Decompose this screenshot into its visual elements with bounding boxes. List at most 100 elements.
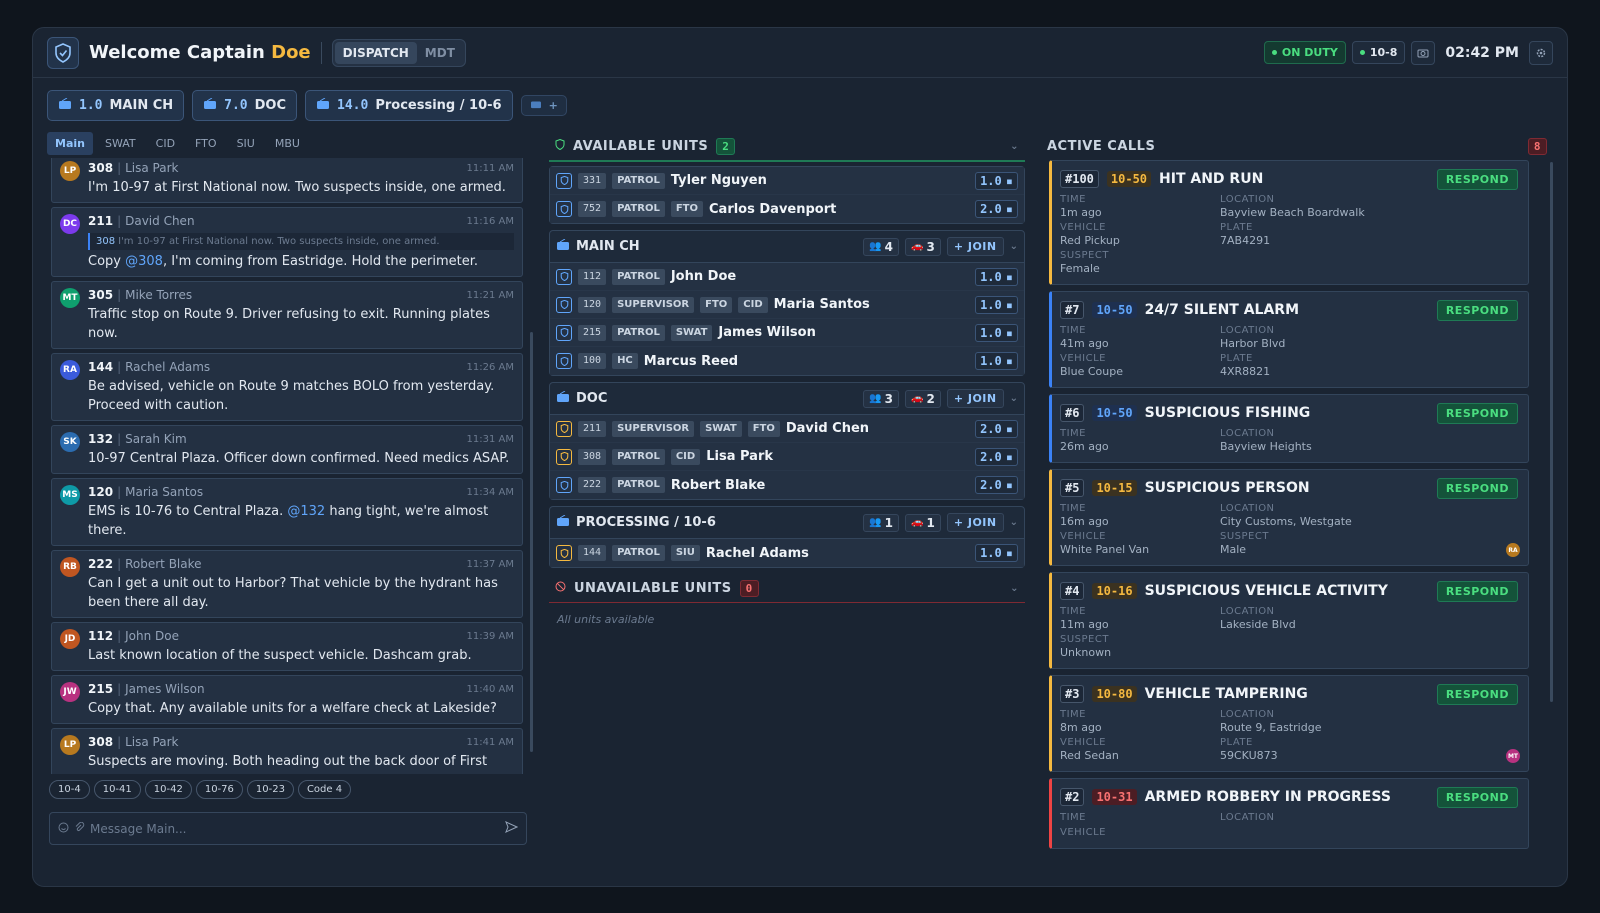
- avatar: RA: [60, 360, 80, 380]
- gear-icon[interactable]: [1529, 40, 1553, 65]
- unit-row[interactable]: 215 PATROL SWAT James Wilson 1.0 ▪: [550, 319, 1024, 347]
- unit-row[interactable]: 211 SUPERVISOR SWAT FTO David Chen 2.0 ▪: [550, 415, 1024, 443]
- chat-message[interactable]: DC 211 | David Chen 11:16 AM 308 I'm 10-97 at …: [51, 207, 523, 277]
- tab-main[interactable]: Main: [47, 132, 93, 155]
- quick-code-button[interactable]: 10-41: [93, 780, 141, 799]
- unit-frequency[interactable]: 1.0 ▪: [975, 544, 1018, 562]
- call-title: SUSPICIOUS FISHING: [1144, 405, 1311, 421]
- mode-mdt-button[interactable]: MDT: [417, 42, 463, 64]
- chat-message[interactable]: JW 215 | James Wilson 11:40 AM Copy that. Any…: [51, 675, 523, 724]
- chat-message[interactable]: LP 308 | Lisa Park 11:41 AM Suspects are movi…: [51, 728, 523, 774]
- quick-code-button[interactable]: 10-76: [195, 780, 243, 799]
- chat-message[interactable]: MT 305 | Mike Torres 11:21 AM Traffic stop on…: [51, 281, 523, 349]
- call-card[interactable]: #6 10-50 SUSPICIOUS FISHING RESPOND TIME 26m …: [1049, 394, 1529, 463]
- call-card[interactable]: #3 10-80 VEHICLE TAMPERING RESPOND TIME 8m ag…: [1049, 675, 1529, 772]
- call-card[interactable]: #7 10-50 24/7 SILENT ALARM RESPOND TIME 41m a…: [1049, 291, 1529, 388]
- tab-fto[interactable]: FTO: [187, 132, 225, 155]
- chevron-down-icon[interactable]: ⌄: [1010, 583, 1019, 594]
- respond-button[interactable]: RESPOND: [1436, 299, 1518, 321]
- tab-mbu[interactable]: MBU: [267, 132, 308, 155]
- chat-panel: Main SWAT CID FTO SIU MBU LP 308 | Lisa Par…: [47, 132, 533, 874]
- send-icon[interactable]: [505, 821, 519, 836]
- call-code: 10-50: [1106, 171, 1152, 187]
- unit-frequency[interactable]: 1.0 ▪: [975, 295, 1018, 314]
- chevron-down-icon[interactable]: ⌄: [1010, 141, 1019, 152]
- message-input[interactable]: Message Main...: [49, 812, 527, 845]
- attach-icon[interactable]: [74, 821, 85, 836]
- chat-message[interactable]: RB 222 | Robert Blake 11:37 AM Can I get a un…: [51, 550, 523, 618]
- chat-scrollbar[interactable]: [530, 332, 533, 752]
- mode-dispatch-button[interactable]: DISPATCH: [334, 41, 417, 64]
- vehicles-count: 🚗 3: [905, 237, 941, 256]
- call-id: #6: [1060, 404, 1085, 422]
- calls-scrollbar[interactable]: [1550, 162, 1553, 702]
- unit-frequency[interactable]: 2.0 ▪: [975, 419, 1018, 438]
- quick-code-button[interactable]: 10-42: [144, 780, 192, 799]
- chevron-down-icon[interactable]: ⌄: [1010, 241, 1018, 252]
- chevron-down-icon[interactable]: ⌄: [1010, 517, 1018, 528]
- channel-chip-processing[interactable]: 14.0 Processing / 10-6: [305, 90, 513, 121]
- join-button[interactable]: + JOIN: [946, 237, 1004, 256]
- tab-swat[interactable]: SWAT: [97, 132, 144, 155]
- unit-row[interactable]: 144 PATROL SIU Rachel Adams 1.0 ▪: [550, 539, 1024, 567]
- chat-message[interactable]: LP 308 | Lisa Park 11:11 AM I'm 10-97 at Firs…: [51, 158, 523, 203]
- call-card[interactable]: #5 10-15 SUSPICIOUS PERSON RESPOND TIME 16m a…: [1049, 469, 1529, 566]
- tab-siu[interactable]: SIU: [229, 132, 263, 155]
- call-list[interactable]: #100 10-50 HIT AND RUN RESPOND TIME 1m ago LOC…: [1045, 160, 1553, 849]
- mention-link[interactable]: @132: [287, 504, 325, 519]
- message-list[interactable]: LP 308 | Lisa Park 11:11 AM I'm 10-97 at Firs…: [47, 158, 527, 774]
- quick-code-button[interactable]: 10-23: [246, 780, 294, 799]
- unit-frequency[interactable]: 2.0 ▪: [975, 200, 1018, 218]
- radio-icon: ▪: [1005, 202, 1013, 216]
- respond-button[interactable]: RESPOND: [1436, 683, 1518, 705]
- available-units-header[interactable]: AVAILABLE UNITS 2 ⌄: [549, 132, 1025, 160]
- unit-row[interactable]: 222 PATROL Robert Blake 2.0 ▪: [550, 471, 1024, 499]
- unit-frequency[interactable]: 1.0 ▪: [975, 323, 1018, 342]
- unavailable-units-header[interactable]: UNAVAILABLE UNITS 0 ⌄: [549, 574, 1025, 602]
- respond-button[interactable]: RESPOND: [1436, 786, 1518, 808]
- duty-status-badge[interactable]: ON DUTY: [1263, 41, 1346, 64]
- unit-frequency[interactable]: 2.0 ▪: [975, 447, 1018, 466]
- chat-message[interactable]: JD 112 | John Doe 11:39 AM Last known locatio…: [51, 622, 523, 671]
- add-channel-button[interactable]: +: [520, 95, 567, 116]
- respond-button[interactable]: RESPOND: [1436, 168, 1518, 190]
- members-count: 👥 1: [863, 513, 899, 532]
- camera-icon[interactable]: [1411, 40, 1436, 65]
- unit-frequency[interactable]: 1.0 ▪: [975, 352, 1018, 370]
- chat-message[interactable]: SK 132 | Sarah Kim 11:31 AM 10-97 Central Pla…: [51, 425, 523, 474]
- chat-message[interactable]: MS 120 | Maria Santos 11:34 AM EMS is 10-76 t…: [51, 478, 523, 546]
- respond-button[interactable]: RESPOND: [1436, 580, 1518, 602]
- join-button[interactable]: + JOIN: [946, 389, 1004, 408]
- status-code-badge[interactable]: 10-8: [1351, 41, 1406, 64]
- join-button[interactable]: + JOIN: [946, 513, 1004, 532]
- channel-chip-doc[interactable]: 7.0 DOC: [192, 90, 298, 121]
- call-title: VEHICLE TAMPERING: [1144, 686, 1308, 702]
- quick-code-button[interactable]: 10-4: [49, 780, 90, 799]
- emoji-icon[interactable]: [58, 822, 69, 836]
- unit-frequency[interactable]: 2.0 ▪: [975, 476, 1018, 494]
- chevron-down-icon[interactable]: ⌄: [1010, 393, 1018, 404]
- unit-row[interactable]: 752 PATROL FTO Carlos Davenport 2.0 ▪: [550, 195, 1024, 223]
- unit-row[interactable]: 331 PATROL Tyler Nguyen 1.0 ▪: [550, 167, 1024, 195]
- call-field: TIME 8m ago: [1060, 709, 1102, 734]
- call-field: SUSPECT Female: [1060, 250, 1109, 275]
- respond-button[interactable]: RESPOND: [1436, 402, 1518, 424]
- tab-cid[interactable]: CID: [148, 132, 183, 155]
- unit-row[interactable]: 112 PATROL John Doe 1.0 ▪: [550, 263, 1024, 291]
- respond-button[interactable]: RESPOND: [1436, 477, 1518, 499]
- call-id: #4: [1060, 582, 1085, 600]
- unit-row[interactable]: 100 HC Marcus Reed 1.0 ▪: [550, 347, 1024, 375]
- channel-chip-main[interactable]: 1.0 MAIN CH: [47, 90, 185, 121]
- call-card[interactable]: #100 10-50 HIT AND RUN RESPOND TIME 1m ago LOC…: [1049, 160, 1529, 285]
- call-card[interactable]: #2 10-31 ARMED ROBBERY IN PROGRESS RESPOND T…: [1049, 778, 1529, 849]
- unit-row[interactable]: 308 PATROL CID Lisa Park 2.0 ▪: [550, 443, 1024, 471]
- call-card[interactable]: #4 10-16 SUSPICIOUS VEHICLE ACTIVITY RESPON…: [1049, 572, 1529, 669]
- unit-frequency[interactable]: 1.0 ▪: [975, 171, 1018, 190]
- call-field: TIME 26m ago: [1060, 428, 1109, 453]
- unit-row[interactable]: 120 SUPERVISOR FTO CID Maria Santos 1.0 ▪: [550, 291, 1024, 319]
- unit-frequency[interactable]: 1.0 ▪: [975, 267, 1018, 286]
- chat-message[interactable]: RA 144 | Rachel Adams 11:26 AM Be advised, ve…: [51, 353, 523, 421]
- quick-code-button[interactable]: Code 4: [297, 780, 352, 799]
- mention-link[interactable]: @308: [125, 254, 163, 269]
- call-code: 10-31: [1092, 789, 1137, 805]
